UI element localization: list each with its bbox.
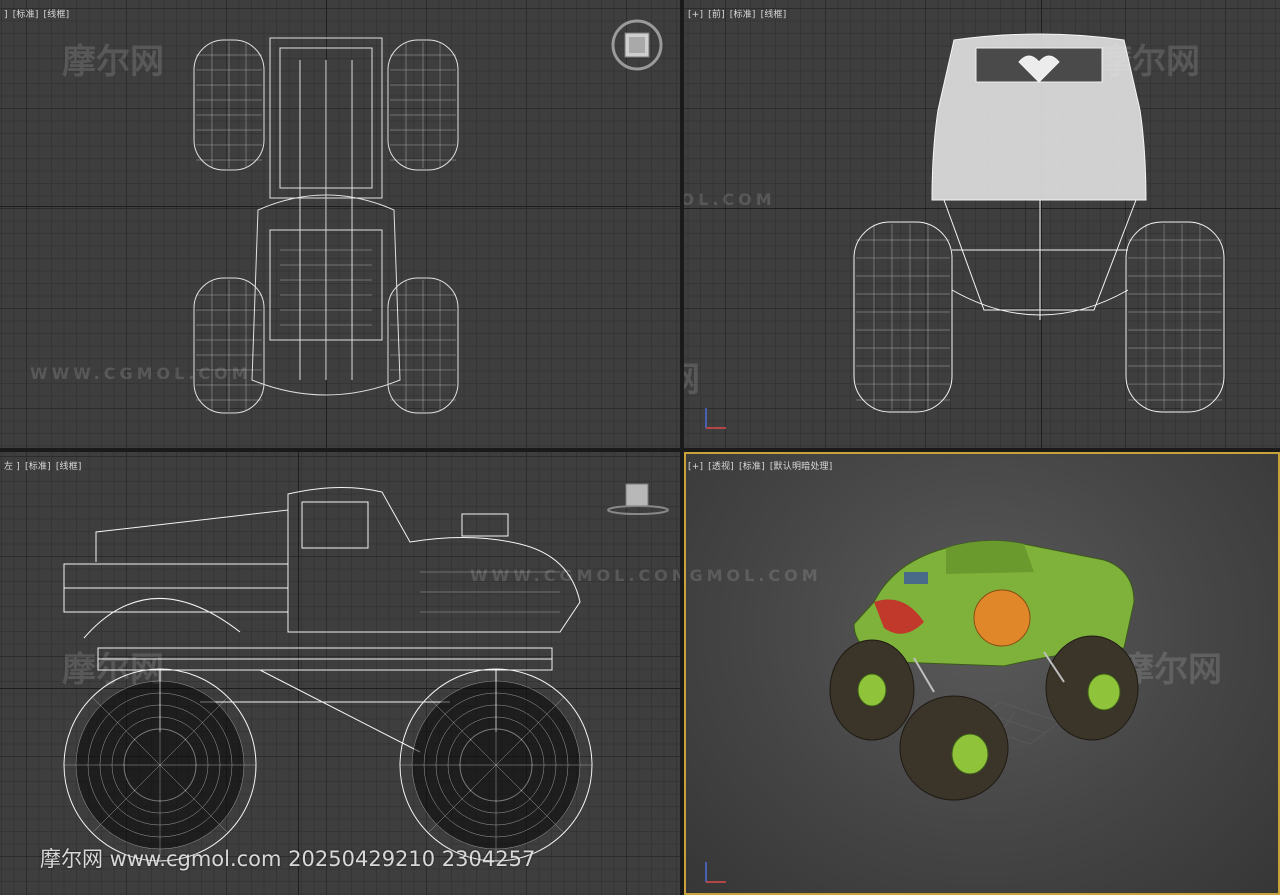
viewcube-icon[interactable] [606,480,670,516]
viewcube-icon[interactable] [608,16,666,74]
axis-gizmo-icon [705,862,726,883]
viewport-left[interactable]: 左 ] [标准] [线框] 摩尔网 WWW.CGMOL.COM [0,452,680,895]
truck-front-wireframe[interactable] [684,0,1280,448]
truck-rendered-model[interactable] [684,452,1280,895]
axis-gizmo-icon [705,408,726,429]
viewport-perspective[interactable]: [+][透视][标准][默认明暗处理] 摩尔网 WWW.CGMOL.COM [684,452,1280,895]
footer-watermark: 摩尔网 www.cgmol.com 20250429210 2304257 [40,847,536,871]
viewport-front[interactable]: [+][前][标准][线框] 摩尔网 摩尔网 WWW.CGMOL.COM [684,0,1280,448]
viewport-top[interactable]: ] [标准] [线框] 摩尔网 WWW.CGMOL.COM [0,0,680,448]
truck-top-wireframe[interactable] [0,0,680,448]
truck-side-wireframe[interactable] [0,452,680,895]
